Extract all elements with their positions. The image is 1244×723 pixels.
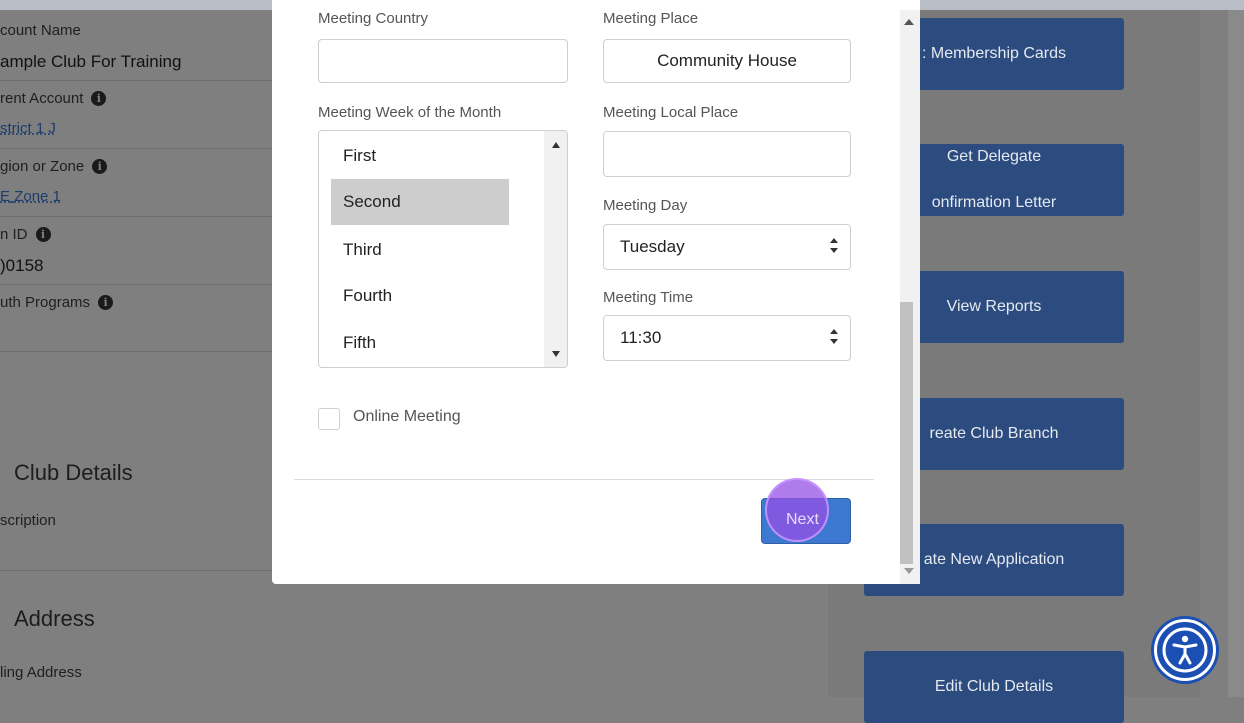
divider xyxy=(0,148,272,149)
meeting-time-value: 11:30 xyxy=(620,328,662,347)
next-button-label: Next xyxy=(786,511,819,528)
info-icon[interactable]: i xyxy=(98,295,114,310)
week-option-third[interactable]: Third xyxy=(331,227,509,273)
divider xyxy=(0,216,272,217)
meeting-day-value: Tuesday xyxy=(620,237,685,256)
accessibility-button[interactable] xyxy=(1154,619,1216,681)
divider xyxy=(0,80,272,81)
id-label-text: n ID xyxy=(0,226,28,243)
page-edge xyxy=(1228,10,1244,697)
online-meeting-label: Online Meeting xyxy=(353,408,461,425)
listbox-scrollbar[interactable] xyxy=(544,131,567,367)
id-value: )0158 xyxy=(0,256,44,275)
meeting-week-listbox[interactable]: First Second Third Fourth Fifth xyxy=(318,130,568,368)
meeting-local-place-label: Meeting Local Place xyxy=(603,104,739,121)
online-meeting-checkbox[interactable] xyxy=(318,408,340,430)
listbox-scroll-up-icon[interactable] xyxy=(552,142,560,148)
meeting-country-label: Meeting Country xyxy=(318,10,429,27)
description-label: scription xyxy=(0,512,56,529)
modal-scroll-thumb[interactable] xyxy=(900,302,913,564)
parent-account-label-text: rent Account xyxy=(0,90,84,107)
week-option-second[interactable]: Second xyxy=(331,179,509,225)
parent-account-label: rent Account i xyxy=(0,90,107,107)
region-prefix: E xyxy=(0,188,11,205)
week-option-fourth[interactable]: Fourth xyxy=(331,273,509,319)
meeting-time-select[interactable]: 11:30 xyxy=(603,315,851,361)
info-icon[interactable]: i xyxy=(91,91,107,106)
divider xyxy=(0,570,272,571)
club-details-heading: Club Details xyxy=(14,460,133,485)
info-icon[interactable]: i xyxy=(35,227,51,242)
delegate-letter-line1: Get Delegate xyxy=(946,148,1042,165)
account-name-value: ample Club For Training xyxy=(0,52,182,71)
meeting-time-label: Meeting Time xyxy=(603,289,694,306)
edit-club-details-button[interactable]: Edit Club Details xyxy=(864,651,1124,723)
meeting-place-input[interactable]: Community House xyxy=(603,39,851,83)
info-icon[interactable]: i xyxy=(92,159,108,174)
region-label: gion or Zone i xyxy=(0,158,108,175)
region-value: Zone 1 xyxy=(14,188,61,205)
week-option-first[interactable]: First xyxy=(331,133,509,179)
youth-programs-label-text: uth Programs xyxy=(0,294,91,311)
meeting-country-input[interactable] xyxy=(318,39,568,83)
parent-account-link[interactable]: strict 1 J xyxy=(0,120,56,137)
select-arrows-icon xyxy=(830,329,838,347)
accessibility-icon xyxy=(1162,627,1208,673)
meeting-local-place-input[interactable] xyxy=(603,131,851,177)
divider xyxy=(0,284,272,285)
address-heading: Address xyxy=(14,606,95,631)
region-link[interactable]: E Zone 1 xyxy=(0,188,61,205)
id-label: n ID i xyxy=(0,226,51,243)
meeting-week-label: Meeting Week of the Month xyxy=(318,104,502,121)
week-option-fifth[interactable]: Fifth xyxy=(331,320,509,366)
youth-programs-label: uth Programs i xyxy=(0,294,114,311)
region-label-text: gion or Zone xyxy=(0,158,85,175)
delegate-letter-line2: onfirmation Letter xyxy=(931,194,1057,211)
scroll-down-icon[interactable] xyxy=(904,568,914,574)
meeting-day-label: Meeting Day xyxy=(603,197,688,214)
mailing-address-label: ling Address xyxy=(0,664,82,681)
select-arrows-icon xyxy=(830,238,838,256)
meeting-day-select[interactable]: Tuesday xyxy=(603,224,851,270)
scroll-up-icon[interactable] xyxy=(904,19,914,25)
listbox-scroll-down-icon[interactable] xyxy=(552,351,560,357)
click-indicator xyxy=(765,478,829,542)
divider xyxy=(0,351,272,352)
meeting-place-label: Meeting Place xyxy=(603,10,699,27)
account-name-label: count Name xyxy=(0,22,81,39)
